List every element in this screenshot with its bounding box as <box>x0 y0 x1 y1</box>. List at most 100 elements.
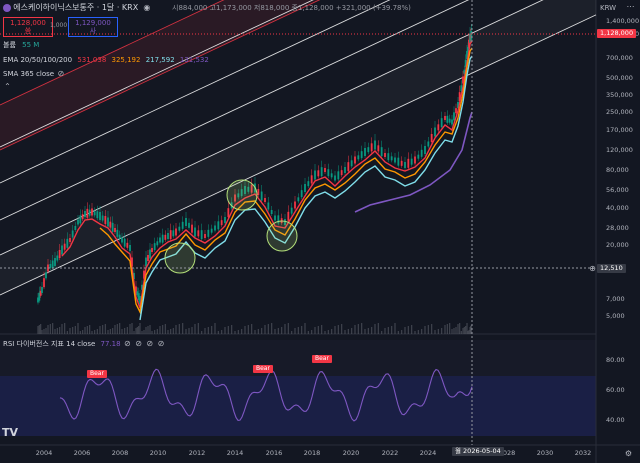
volume-bar <box>197 323 199 334</box>
candle-body <box>424 146 426 154</box>
volume-bar <box>82 330 84 334</box>
spread-value: 1,000 <box>50 22 68 29</box>
volume-bar <box>94 330 96 334</box>
ema-legend[interactable]: EMA 20/50/100/200 531,038 325,192 217,59… <box>3 56 209 65</box>
volume-bar <box>297 327 299 334</box>
volume-bar <box>84 327 86 334</box>
volume-bar <box>344 330 346 334</box>
candle-body <box>121 237 123 243</box>
candle-body <box>149 249 151 259</box>
candle-body <box>74 226 77 230</box>
buy-price-value: 1,129,000 <box>75 19 111 27</box>
candle-body <box>260 191 263 201</box>
settings-button[interactable]: ⚙ <box>624 449 633 459</box>
rsi-legend[interactable]: RSI 다이버전스 지표 14 close 77.18 ⊘ ⊘ ⊘ ⊘ <box>3 339 166 349</box>
price-axis-label: 1,400,000 <box>606 17 640 25</box>
volume-bar <box>141 331 143 334</box>
volume-bar <box>214 323 216 334</box>
candle-body <box>191 224 193 233</box>
price-chart[interactable] <box>0 0 640 463</box>
volume-bar <box>99 326 101 334</box>
sell-price-value: 1,128,000 <box>10 19 46 27</box>
volume-bar <box>45 328 47 334</box>
candle-body <box>214 225 216 231</box>
volume-bar <box>194 324 196 334</box>
volume-bar <box>79 331 81 334</box>
symbol-logo-icon <box>3 4 11 12</box>
candle-body <box>91 208 93 216</box>
visibility-off-icon[interactable]: ⊘ <box>56 69 65 78</box>
volume-bar <box>397 331 399 334</box>
chevron-up-icon: ⌃ <box>4 82 11 91</box>
volume-bar <box>261 328 263 334</box>
candle-body <box>367 147 370 153</box>
volume-bar <box>274 329 276 334</box>
sma-legend[interactable]: SMA 365 close ⊘ <box>3 69 65 79</box>
volume-bar <box>401 330 403 334</box>
candle-body <box>270 210 273 214</box>
volume-bar <box>43 329 45 334</box>
tradingview-logo[interactable]: TV <box>2 427 18 438</box>
ema100-value: 217,592 <box>145 56 175 64</box>
currency-label[interactable]: KRW <box>600 4 616 13</box>
candle-body <box>178 226 181 231</box>
volume-bar <box>178 324 180 334</box>
candle-body <box>264 198 266 202</box>
eye-icon[interactable]: ◉ <box>142 3 151 12</box>
volume-bar <box>121 329 123 334</box>
settings-icon: ⚙ <box>624 449 633 458</box>
volume-bar <box>267 324 269 334</box>
volume-bar <box>381 331 383 334</box>
candle-body <box>167 233 169 239</box>
time-axis-label: 2024 <box>419 449 437 457</box>
volume-bar <box>234 331 236 334</box>
volume-bar <box>311 330 313 334</box>
candle-body <box>427 141 430 147</box>
volume-bar <box>156 329 158 334</box>
volume-bar <box>404 327 406 334</box>
volume-bar <box>74 326 76 334</box>
volume-legend[interactable]: 볼륨 55 M <box>3 41 39 50</box>
candle-body <box>384 153 386 157</box>
volume-bar <box>104 324 106 334</box>
candle-body <box>96 211 99 219</box>
volume-bar <box>54 329 56 334</box>
candle-body <box>114 228 116 232</box>
buy-price-box[interactable]: 1,129,000 사 <box>68 17 118 37</box>
visibility-icon-1[interactable]: ⊘ <box>123 339 132 348</box>
symbol-header: 에스케이하이닉스보통주 · 1달 · KRX ◉ <box>3 3 151 13</box>
more-button[interactable]: ⋯ <box>626 2 635 12</box>
volume-bar <box>414 331 416 334</box>
volume-bar <box>424 326 426 334</box>
time-axis-label: 2030 <box>536 449 554 457</box>
visibility-icon-4[interactable]: ⊘ <box>157 339 166 348</box>
add-alert-button[interactable]: ⊕ <box>588 264 597 274</box>
highlight-circle <box>226 179 258 211</box>
volume-bar <box>96 329 98 334</box>
price-axis-label: 80,000 <box>606 166 629 174</box>
candle-body <box>448 118 451 123</box>
volume-bar <box>221 330 223 334</box>
candle-body <box>324 168 326 172</box>
volume-bar <box>347 329 349 334</box>
volume-bar <box>271 323 273 334</box>
symbol-title[interactable]: 에스케이하이닉스보통주 · 1달 · KRX <box>13 3 138 12</box>
volume-bar <box>107 330 109 334</box>
time-axis-label: 2008 <box>111 449 129 457</box>
candle-body <box>307 181 310 187</box>
candle-body <box>51 260 54 268</box>
volume-bar <box>281 327 283 334</box>
candle-body <box>320 167 323 177</box>
crosshair-price-tag: 12,510 <box>597 264 626 273</box>
more-icon: ⋯ <box>626 2 635 11</box>
visibility-icon-2[interactable]: ⊘ <box>134 339 143 348</box>
candle-body <box>430 134 433 142</box>
volume-bar <box>119 323 121 334</box>
volume-bar <box>284 324 286 334</box>
collapse-legend-button[interactable]: ⌃ <box>3 82 12 92</box>
sell-price-box[interactable]: 1,128,000 씀 <box>3 17 53 37</box>
candle-body <box>347 162 350 172</box>
candle-body <box>181 221 184 229</box>
visibility-icon-3[interactable]: ⊘ <box>145 339 154 348</box>
candle-body <box>344 167 346 173</box>
